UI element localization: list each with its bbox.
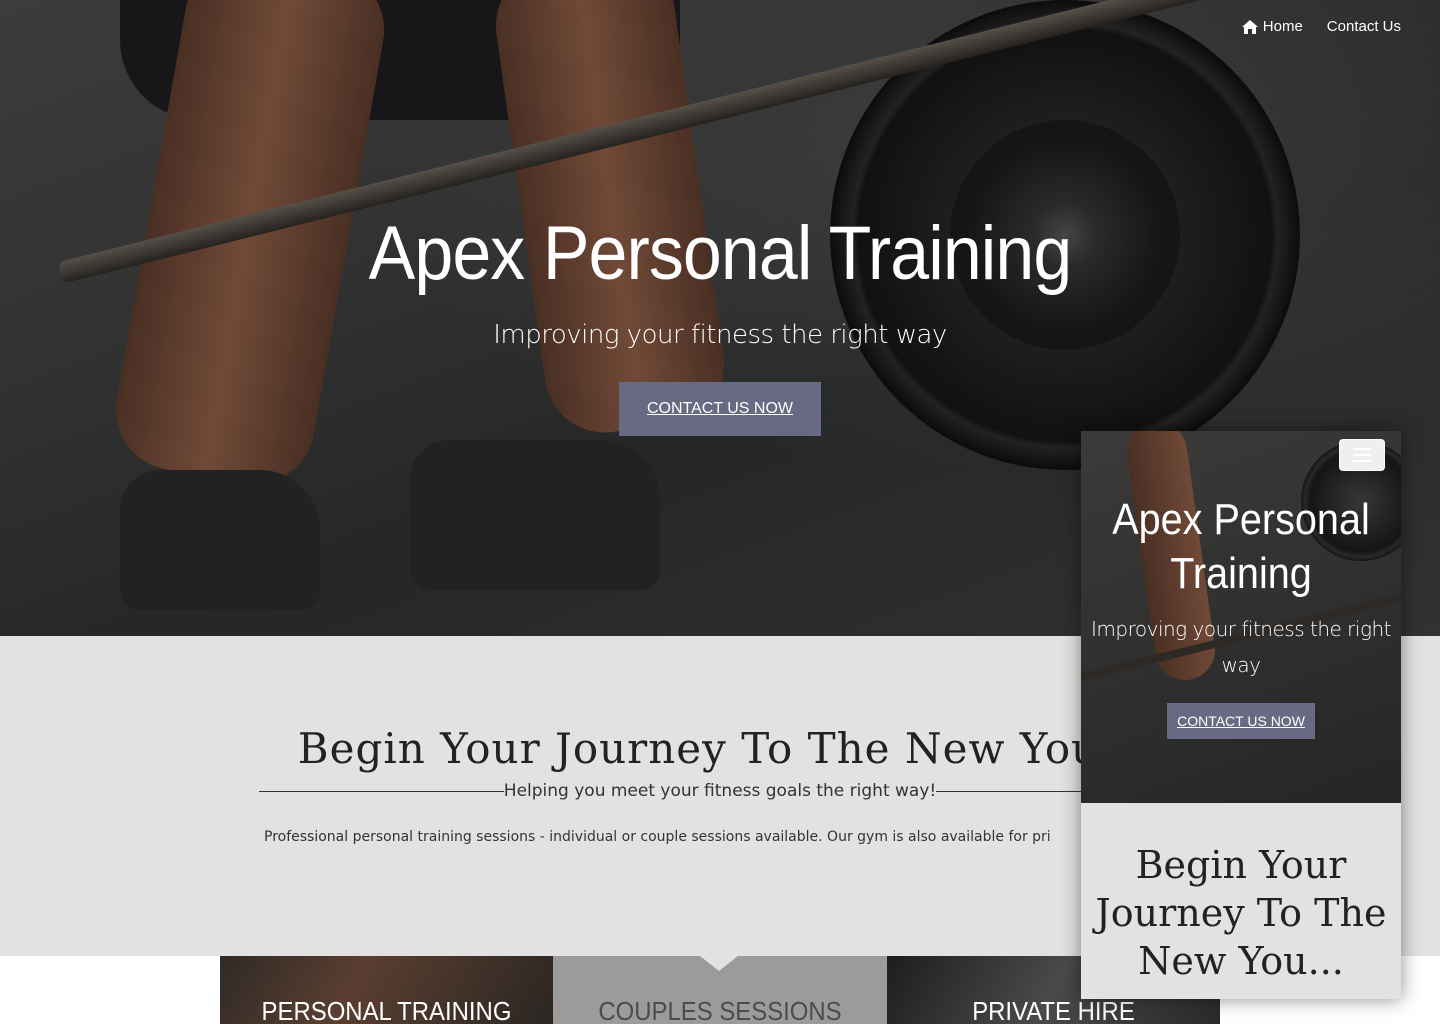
nav-home-link[interactable]: Home: [1241, 18, 1303, 35]
menu-bar: [1353, 460, 1371, 462]
service-tile-couples-sessions[interactable]: COUPLES SESSIONS: [553, 956, 887, 1024]
top-nav: Home Contact Us: [1241, 18, 1401, 35]
service-label: COUPLES SESSIONS: [598, 996, 842, 1024]
intro-body-text: Professional personal training sessions …: [264, 829, 1051, 845]
service-label: PRIVATE HIRE: [972, 996, 1135, 1024]
menu-bar: [1353, 454, 1371, 456]
hero-content: Apex Personal Training Improving your fi…: [0, 206, 1440, 436]
hero-subtitle: Improving your fitness the right way: [493, 320, 947, 350]
mobile-hero-subtitle: Improving your fitness the right way: [1091, 617, 1391, 677]
mobile-hero-section: Apex Personal Training Improving your fi…: [1081, 431, 1401, 803]
nav-home-label: Home: [1262, 18, 1303, 35]
page: Home Contact Us Apex Personal Training I…: [0, 0, 1440, 1024]
service-label: PERSONAL TRAINING: [261, 996, 512, 1024]
mobile-contact-us-now-button[interactable]: CONTACT US NOW: [1167, 703, 1315, 739]
home-icon: [1241, 19, 1258, 34]
mobile-intro-section: Begin Your Journey To The New You...: [1081, 803, 1401, 999]
hamburger-menu-icon[interactable]: [1339, 439, 1385, 471]
intro-tagline-divider: Helping you meet your fitness goals the …: [259, 778, 1181, 804]
contact-us-now-button[interactable]: CONTACT US NOW: [618, 382, 822, 436]
intro-tagline: Helping you meet your fitness goals the …: [503, 781, 937, 801]
caret-down-icon: [700, 956, 738, 971]
services-strip: PERSONAL TRAINING COUPLES SESSIONS PRIVA…: [220, 956, 1220, 1024]
mobile-preview: Apex Personal Training Improving your fi…: [1081, 431, 1401, 999]
nav-contact-link[interactable]: Contact Us: [1327, 18, 1401, 35]
hero-title: Apex Personal Training: [368, 211, 1073, 296]
mobile-hero-title: Apex Personal Training: [1112, 495, 1370, 598]
service-tile-personal-training[interactable]: PERSONAL TRAINING: [220, 956, 553, 1024]
mobile-intro-title: Begin Your Journey To The New You...: [1095, 843, 1387, 983]
divider-line: [259, 790, 504, 792]
menu-bar: [1353, 448, 1371, 450]
